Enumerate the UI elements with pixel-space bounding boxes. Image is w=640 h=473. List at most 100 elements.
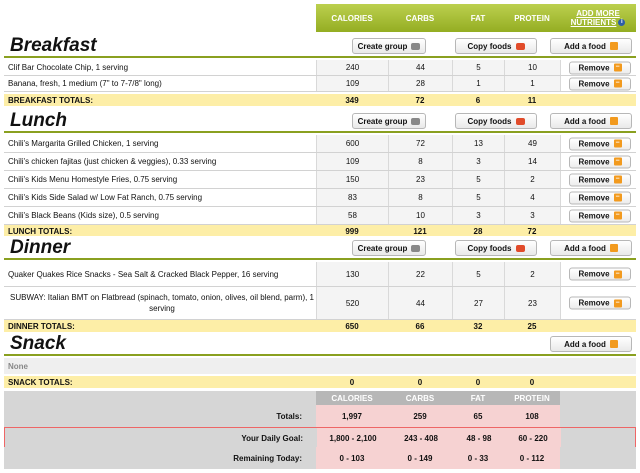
carbs-value: 72 bbox=[388, 135, 452, 152]
copy-foods-label: Copy foods bbox=[467, 243, 512, 253]
carbs-value: 10 bbox=[388, 207, 452, 224]
meal-title: Snack bbox=[10, 333, 66, 354]
protein-goal: 60 - 220 bbox=[505, 428, 561, 448]
carbs-value: 22 bbox=[388, 262, 452, 286]
remove-icon: − bbox=[613, 79, 622, 88]
nutrients-label-wrap: NUTRIENTS i bbox=[571, 18, 626, 27]
protein-value: 4 bbox=[504, 189, 560, 206]
food-name: Chili's Kids Side Salad w/ Low Fat Ranch… bbox=[8, 193, 203, 202]
calories-total: 0 bbox=[349, 377, 355, 387]
food-name: Chili's Margarita Grilled Chicken, 1 ser… bbox=[8, 139, 159, 148]
protein-value: 3 bbox=[504, 207, 560, 224]
carbs-value: 44 bbox=[388, 60, 452, 75]
fat-total: 65 bbox=[452, 405, 504, 427]
action-cell: Remove − bbox=[560, 207, 636, 224]
food-name: SUBWAY: Italian BMT on Flatbread (spinac… bbox=[10, 293, 314, 313]
remove-icon: − bbox=[613, 175, 622, 184]
protein-total: 0 bbox=[529, 377, 535, 387]
calories-value: 58 bbox=[316, 207, 388, 224]
remove-icon: − bbox=[613, 270, 622, 278]
fat-total: 6 bbox=[475, 95, 481, 105]
remove-label: Remove bbox=[578, 193, 610, 202]
create-group-button[interactable]: Create group bbox=[352, 240, 426, 256]
remove-button[interactable]: Remove − bbox=[569, 191, 631, 204]
carbs-column-header: CARBS bbox=[405, 13, 435, 23]
add-more-nutrients-link[interactable]: ADD MORE NUTRIENTS i bbox=[560, 4, 636, 32]
remove-button[interactable]: Remove − bbox=[569, 296, 631, 310]
remove-icon: − bbox=[613, 193, 622, 202]
remove-label: Remove bbox=[578, 269, 610, 279]
plus-icon bbox=[609, 117, 618, 125]
fat-value: 13 bbox=[452, 135, 504, 152]
fat-goal: 48 - 98 bbox=[453, 428, 505, 448]
remove-label: Remove bbox=[578, 63, 610, 72]
fat-value: 3 bbox=[452, 153, 504, 170]
remove-label: Remove bbox=[578, 211, 610, 220]
info-icon: i bbox=[618, 19, 626, 27]
action-cell: Remove − bbox=[560, 76, 636, 91]
nutrients-label: NUTRIENTS bbox=[570, 18, 617, 27]
copy-foods-button[interactable]: Copy foods bbox=[455, 240, 537, 256]
calories-value: 520 bbox=[316, 287, 388, 319]
remove-button[interactable]: Remove − bbox=[569, 137, 631, 150]
carbs-goal: 243 - 408 bbox=[389, 428, 453, 448]
create-group-button[interactable]: Create group bbox=[352, 113, 426, 129]
remove-label: Remove bbox=[578, 175, 610, 184]
remove-button[interactable]: Remove − bbox=[569, 209, 631, 222]
protein-value: 14 bbox=[504, 153, 560, 170]
add-food-button[interactable]: Add a food bbox=[550, 113, 632, 129]
add-food-label: Add a food bbox=[564, 116, 606, 126]
remove-button[interactable]: Remove − bbox=[569, 77, 631, 90]
remaining-row: Remaining Today: 0 - 103 0 - 149 0 - 33 … bbox=[4, 447, 636, 469]
empty-label: None bbox=[8, 361, 28, 371]
remove-button[interactable]: Remove − bbox=[569, 267, 631, 281]
snack-header: Snack Add a food bbox=[4, 332, 636, 356]
remove-label: Remove bbox=[578, 139, 610, 148]
copy-icon bbox=[515, 42, 525, 50]
create-group-button[interactable]: Create group bbox=[352, 38, 426, 54]
carbs-value: 8 bbox=[388, 153, 452, 170]
fat-column-header: FAT bbox=[470, 13, 486, 23]
divider bbox=[4, 258, 636, 260]
calories-value: 600 bbox=[316, 135, 388, 152]
remove-button[interactable]: Remove − bbox=[569, 61, 631, 74]
group-icon bbox=[411, 117, 421, 125]
copy-foods-button[interactable]: Copy foods bbox=[455, 113, 537, 129]
create-group-label: Create group bbox=[357, 41, 408, 51]
calories-value: 109 bbox=[316, 153, 388, 170]
copy-foods-label: Copy foods bbox=[467, 116, 512, 126]
remove-button[interactable]: Remove − bbox=[569, 173, 631, 186]
breakfast-header: Breakfast Create group Copy foods Add a … bbox=[4, 34, 636, 58]
breakfast-totals-row: BREAKFAST TOTALS: 349 72 6 11 bbox=[4, 94, 636, 106]
fat-value: 5 bbox=[452, 189, 504, 206]
protein-remaining: 0 - 112 bbox=[504, 447, 560, 469]
carbs-value: 8 bbox=[388, 189, 452, 206]
remove-icon: − bbox=[613, 63, 622, 72]
snack-empty-row: None bbox=[4, 358, 636, 374]
calories-value: 83 bbox=[316, 189, 388, 206]
protein-column-header: PROTEIN bbox=[514, 13, 550, 23]
copy-foods-button[interactable]: Copy foods bbox=[455, 38, 537, 54]
calories-value: 150 bbox=[316, 171, 388, 188]
calories-total: 650 bbox=[345, 321, 359, 331]
food-name: Chili's chicken fajitas (just chicken & … bbox=[8, 157, 217, 166]
carbs-total: 66 bbox=[415, 321, 425, 331]
add-food-button[interactable]: Add a food bbox=[550, 38, 632, 54]
fat-value: 5 bbox=[452, 262, 504, 286]
carbs-summary-header: CARBS bbox=[388, 391, 452, 405]
add-food-label: Add a food bbox=[564, 339, 606, 349]
create-group-label: Create group bbox=[357, 116, 408, 126]
add-food-button[interactable]: Add a food bbox=[550, 336, 632, 352]
food-name: Chili's Kids Menu Homestyle Fries, 0.75 … bbox=[8, 175, 178, 184]
protein-value: 2 bbox=[504, 262, 560, 286]
action-cell: Remove − bbox=[560, 171, 636, 188]
table-row: Chili's Margarita Grilled Chicken, 1 ser… bbox=[4, 135, 636, 153]
snack-totals-row: SNACK TOTALS: 0 0 0 0 bbox=[4, 376, 636, 388]
food-name: Chili's Black Beans (Kids size), 0.5 ser… bbox=[8, 211, 159, 220]
remove-button[interactable]: Remove − bbox=[569, 155, 631, 168]
action-cell: Remove − bbox=[560, 262, 636, 286]
totals-label: BREAKFAST TOTALS: bbox=[8, 95, 94, 105]
protein-total: 108 bbox=[504, 405, 560, 427]
add-food-button[interactable]: Add a food bbox=[550, 240, 632, 256]
meal-title: Dinner bbox=[10, 237, 71, 258]
